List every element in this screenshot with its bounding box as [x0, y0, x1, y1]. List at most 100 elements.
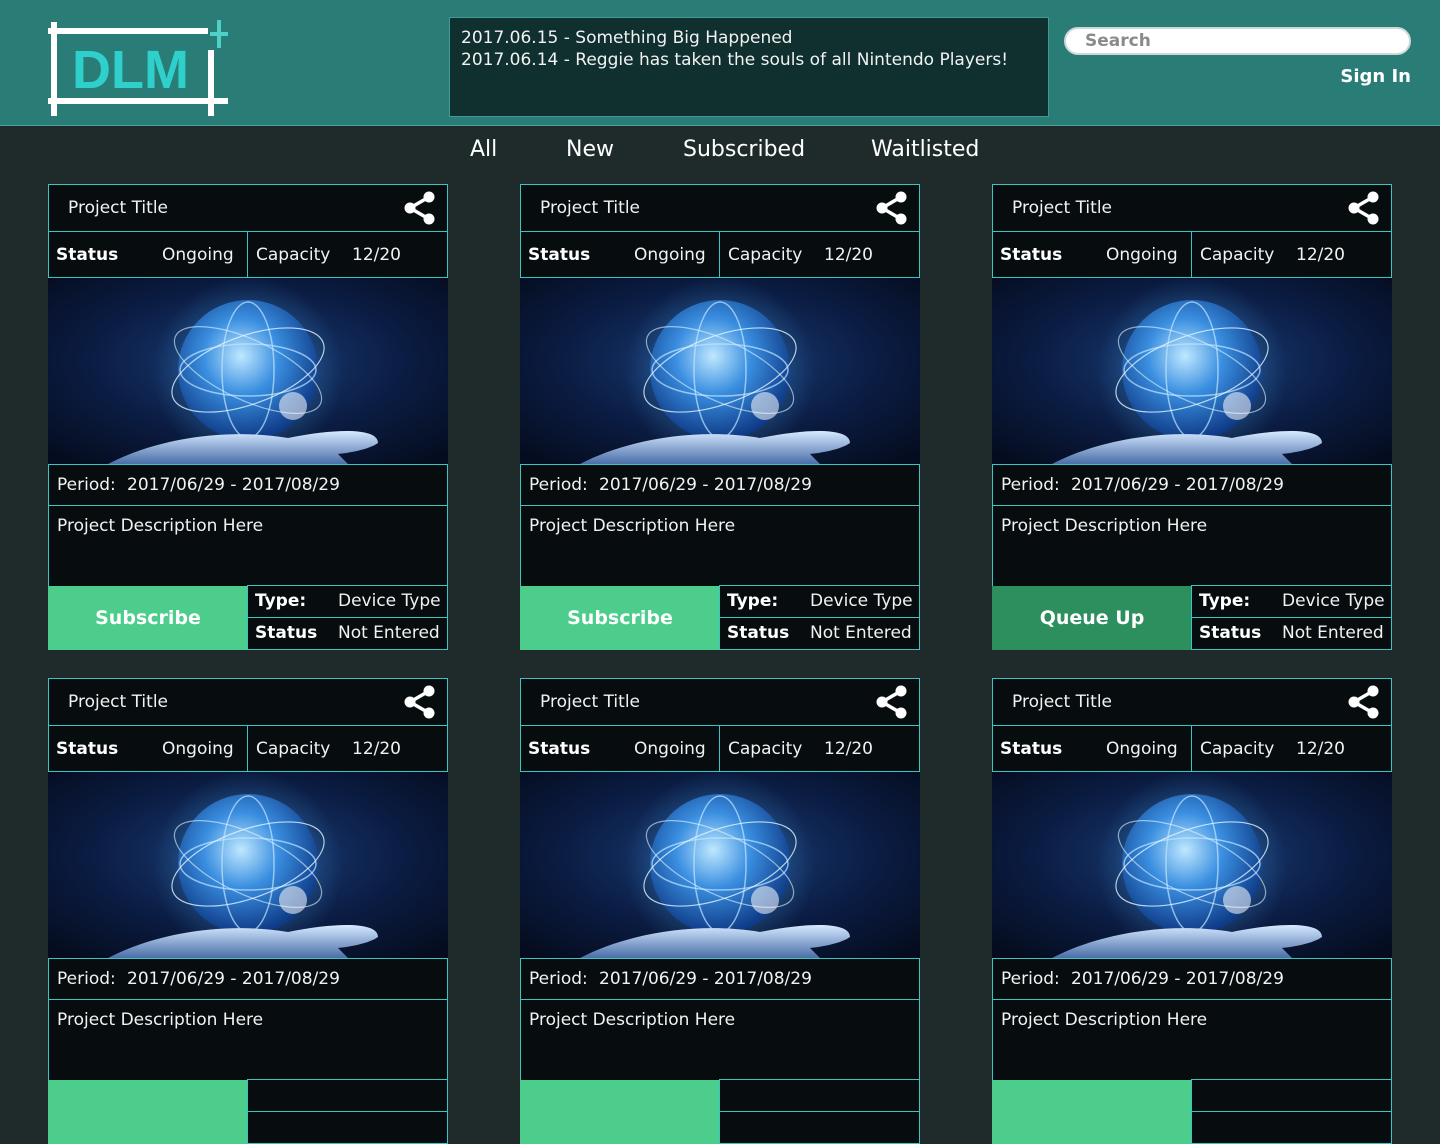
- capacity-label: Capacity: [256, 245, 331, 265]
- description-row: Project Description Here: [48, 999, 448, 1081]
- share-icon[interactable]: [874, 684, 908, 720]
- queue-up-button[interactable]: Queue Up: [992, 586, 1192, 650]
- share-icon[interactable]: [1346, 190, 1380, 226]
- sign-in-link[interactable]: Sign In: [1340, 66, 1411, 87]
- capacity-value: 12/20: [1296, 245, 1345, 265]
- project-description: Project Description Here: [57, 1010, 264, 1030]
- project-image: [992, 772, 1392, 958]
- card-header: Project Title: [992, 184, 1392, 232]
- tab-all[interactable]: All: [470, 137, 497, 162]
- project-card: Project Title Status Ongoing Capacity 12…: [520, 678, 920, 1144]
- search-input[interactable]: Search: [1064, 27, 1411, 55]
- project-title: Project Title: [1012, 198, 1112, 218]
- entry-status-value: Not Entered: [338, 623, 440, 643]
- capacity-label: Capacity: [728, 739, 803, 759]
- news-item: 2017.06.15 - Something Big Happened: [461, 28, 793, 48]
- type-box: Type: Device Type Status Not Entered: [247, 585, 448, 650]
- period-label: Period:: [529, 475, 588, 495]
- status-value: Ongoing: [1106, 245, 1178, 265]
- subscribe-button[interactable]: [992, 1080, 1192, 1144]
- description-row: Project Description Here: [992, 505, 1392, 587]
- news-item: 2017.06.14 - Reggie has taken the souls …: [461, 50, 1009, 70]
- type-value: Device Type: [338, 591, 441, 611]
- card-status-row: Status Ongoing Capacity 12/20: [48, 725, 448, 772]
- period-value: 2017/06/29 - 2017/08/29: [1071, 475, 1284, 495]
- type-box: [719, 1079, 920, 1144]
- project-title: Project Title: [540, 198, 640, 218]
- description-row: Project Description Here: [48, 505, 448, 587]
- tab-subscribed[interactable]: Subscribed: [683, 137, 805, 162]
- period-row: Period: 2017/06/29 - 2017/08/29: [48, 958, 448, 1000]
- period-value: 2017/06/29 - 2017/08/29: [127, 475, 340, 495]
- header: DLM 2017.06.15 - Something Big Happened …: [0, 0, 1440, 126]
- type-label: Type:: [727, 591, 779, 611]
- period-label: Period:: [1001, 969, 1060, 989]
- project-image: [520, 278, 920, 464]
- dlm-logo[interactable]: DLM: [46, 16, 230, 118]
- share-icon[interactable]: [1346, 684, 1380, 720]
- type-label: Type:: [1199, 591, 1251, 611]
- share-icon[interactable]: [402, 684, 436, 720]
- card-status-row: Status Ongoing Capacity 12/20: [520, 725, 920, 772]
- tab-waitlisted[interactable]: Waitlisted: [871, 137, 979, 162]
- description-row: Project Description Here: [520, 999, 920, 1081]
- status-value: Ongoing: [634, 739, 706, 759]
- project-card: Project Title Status Ongoing Capacity 12…: [48, 184, 448, 650]
- entry-status-value: Not Entered: [1282, 623, 1384, 643]
- card-header: Project Title: [48, 184, 448, 232]
- tab-new[interactable]: New: [566, 137, 614, 162]
- subscribe-button[interactable]: [520, 1080, 720, 1144]
- entry-status-label: Status: [1199, 623, 1262, 643]
- project-card: Project Title Status Ongoing Capacity 12…: [992, 184, 1392, 650]
- card-status-row: Status Ongoing Capacity 12/20: [520, 231, 920, 278]
- period-row: Period: 2017/06/29 - 2017/08/29: [992, 958, 1392, 1000]
- description-row: Project Description Here: [992, 999, 1392, 1081]
- period-value: 2017/06/29 - 2017/08/29: [599, 475, 812, 495]
- capacity-value: 12/20: [824, 739, 873, 759]
- capacity-value: 12/20: [352, 739, 401, 759]
- capacity-label: Capacity: [728, 245, 803, 265]
- card-status-row: Status Ongoing Capacity 12/20: [48, 231, 448, 278]
- capacity-value: 12/20: [1296, 739, 1345, 759]
- period-value: 2017/06/29 - 2017/08/29: [127, 969, 340, 989]
- card-status-row: Status Ongoing Capacity 12/20: [992, 725, 1392, 772]
- project-description: Project Description Here: [1001, 1010, 1208, 1030]
- news-ticker: 2017.06.15 - Something Big Happened 2017…: [449, 17, 1049, 117]
- subscribe-button[interactable]: [48, 1080, 248, 1144]
- project-image: [992, 278, 1392, 464]
- card-header: Project Title: [48, 678, 448, 726]
- period-row: Period: 2017/06/29 - 2017/08/29: [48, 464, 448, 506]
- subscribe-button[interactable]: Subscribe: [48, 586, 248, 650]
- card-header: Project Title: [520, 184, 920, 232]
- period-value: 2017/06/29 - 2017/08/29: [1071, 969, 1284, 989]
- entry-status-label: Status: [255, 623, 318, 643]
- status-value: Ongoing: [1106, 739, 1178, 759]
- status-value: Ongoing: [162, 739, 234, 759]
- type-label: Type:: [255, 591, 307, 611]
- type-box: Type: Device Type Status Not Entered: [719, 585, 920, 650]
- status-label: Status: [56, 739, 119, 759]
- period-value: 2017/06/29 - 2017/08/29: [599, 969, 812, 989]
- logo-text: DLM: [72, 40, 189, 100]
- capacity-label: Capacity: [1200, 739, 1275, 759]
- entry-status-label: Status: [727, 623, 790, 643]
- project-image: [48, 278, 448, 464]
- project-title: Project Title: [540, 692, 640, 712]
- card-header: Project Title: [992, 678, 1392, 726]
- type-box: Type: Device Type Status Not Entered: [1191, 585, 1392, 650]
- card-status-row: Status Ongoing Capacity 12/20: [992, 231, 1392, 278]
- project-description: Project Description Here: [529, 1010, 736, 1030]
- project-image: [48, 772, 448, 958]
- card-header: Project Title: [520, 678, 920, 726]
- period-label: Period:: [1001, 475, 1060, 495]
- capacity-value: 12/20: [352, 245, 401, 265]
- project-image: [520, 772, 920, 958]
- share-icon[interactable]: [874, 190, 908, 226]
- project-title: Project Title: [68, 692, 168, 712]
- project-card: Project Title Status Ongoing Capacity 12…: [520, 184, 920, 650]
- project-card: Project Title Status Ongoing Capacity 12…: [992, 678, 1392, 1144]
- description-row: Project Description Here: [520, 505, 920, 587]
- search-placeholder: Search: [1085, 31, 1151, 51]
- subscribe-button[interactable]: Subscribe: [520, 586, 720, 650]
- share-icon[interactable]: [402, 190, 436, 226]
